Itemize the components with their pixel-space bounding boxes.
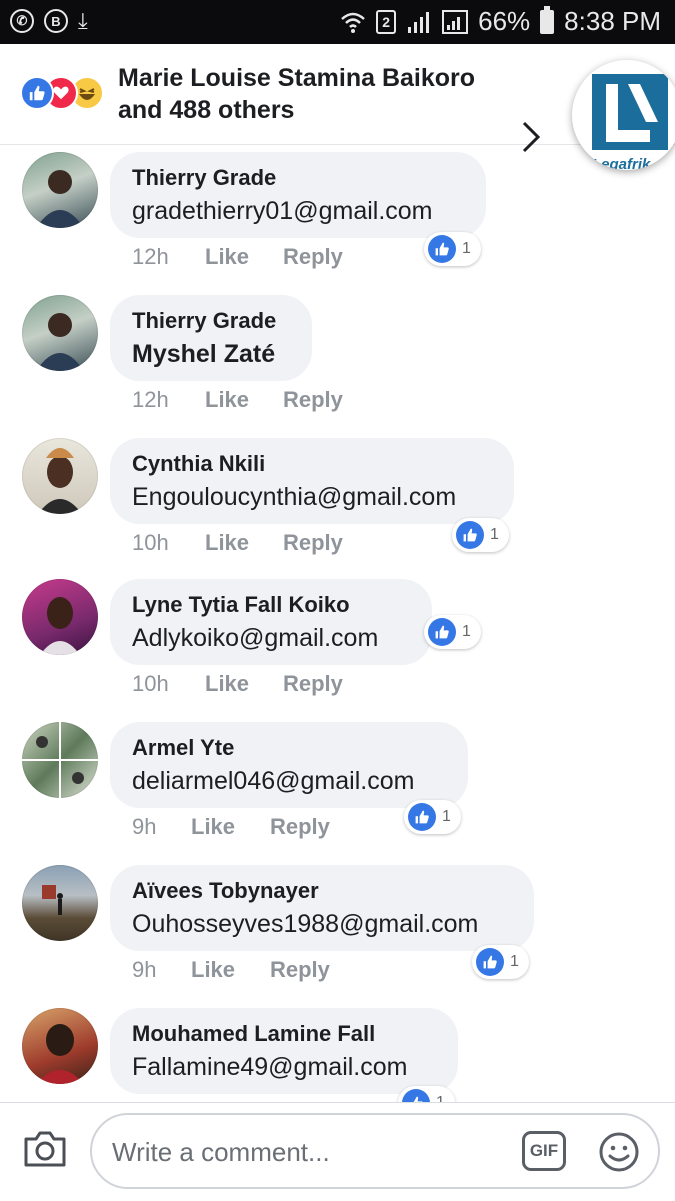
comment-composer: GIF [0, 1102, 675, 1201]
avatar[interactable] [22, 438, 98, 514]
comment-item: Thierry Grade Myshel Zaté 12h Like Reply [0, 287, 675, 430]
like-button[interactable]: Like [205, 244, 249, 270]
comment-input-box[interactable]: GIF [90, 1113, 660, 1189]
reply-button[interactable]: Reply [283, 244, 343, 270]
comment-author[interactable]: Lyne Tytia Fall Koiko [132, 591, 410, 619]
comment-text: Fallamine49@gmail.com [132, 1053, 408, 1081]
whatsapp-icon: ✆ [10, 9, 34, 33]
battery-percent: 66% [478, 6, 531, 36]
comment-time: 10h [132, 530, 169, 555]
comment-text: gradethierry01@gmail.com [132, 197, 433, 225]
like-icon [408, 803, 436, 831]
comment-item: Lyne Tytia Fall Koiko Adlykoiko@gmail.co… [0, 573, 675, 716]
comment-bubble[interactable]: Aïvees Tobynayer Ouhosseyves1988@gmail.c… [110, 865, 534, 951]
reactors-line-1: Marie Louise Stamina Baikoro [118, 64, 476, 92]
download-icon: ⤓ [78, 8, 88, 33]
like-button[interactable]: Like [191, 957, 235, 983]
like-icon [20, 76, 54, 110]
comment-text: deliarmel046@gmail.com [132, 767, 415, 795]
comment-text: Ouhosseyves1988@gmail.com [132, 910, 479, 938]
mentioned-user-link[interactable]: Myshel Zaté [132, 337, 290, 371]
like-icon [428, 618, 456, 646]
like-button[interactable]: Like [191, 814, 235, 840]
emoji-icon[interactable] [598, 1131, 640, 1173]
comment-author[interactable]: Thierry Grade [132, 164, 464, 192]
reactors-summary: Marie Louise Stamina Baikoro and 488 oth… [118, 62, 498, 126]
brand-mark [592, 74, 668, 150]
reaction-count: 1 [462, 623, 471, 640]
comment-text: Engouloucynthia@gmail.com [132, 483, 457, 511]
comment-author[interactable]: Cynthia Nkili [132, 450, 492, 478]
comment-bubble[interactable]: Thierry Grade Myshel Zaté [110, 295, 312, 381]
like-button[interactable]: Like [205, 387, 249, 413]
reaction-count: 1 [462, 240, 471, 257]
comment-item: Thierry Grade gradethierry01@gmail.com 1… [0, 144, 675, 287]
avatar[interactable] [22, 1008, 98, 1084]
clock: 8:38 PM [564, 6, 661, 36]
reactors-line-2: and 488 others [118, 96, 295, 124]
comment-time: 10h [132, 671, 169, 696]
comment-item: Cynthia Nkili Engouloucynthia@gmail.com … [0, 430, 675, 573]
comment-author[interactable]: Aïvees Tobynayer [132, 877, 512, 905]
avatar[interactable] [22, 295, 98, 371]
reaction-count-badge[interactable]: 1 [404, 800, 461, 834]
reaction-count-badge[interactable]: 1 [398, 1086, 455, 1102]
avatar[interactable] [22, 722, 98, 798]
comment-text: Adlykoiko@gmail.com [132, 624, 379, 652]
signal-icon [408, 11, 430, 33]
like-icon [428, 235, 456, 263]
reply-button[interactable]: Reply [270, 814, 330, 840]
avatar[interactable] [22, 152, 98, 228]
comment-bubble[interactable]: Lyne Tytia Fall Koiko Adlykoiko@gmail.co… [110, 579, 432, 665]
comment-time: 9h [132, 957, 157, 982]
avatar[interactable] [22, 579, 98, 655]
reaction-icons [20, 76, 112, 110]
comment-item: Mouhamed Lamine Fall Fallamine49@gmail.c… [0, 1002, 675, 1102]
comment-bubble[interactable]: Cynthia Nkili Engouloucynthia@gmail.com [110, 438, 514, 524]
comment-bubble[interactable]: Thierry Grade gradethierry01@gmail.com [110, 152, 486, 238]
camera-icon[interactable] [22, 1129, 68, 1169]
comment-bubble[interactable]: Armel Yte deliarmel046@gmail.com [110, 722, 468, 808]
like-icon [402, 1089, 430, 1102]
wifi-icon [341, 12, 365, 33]
comment-time: 12h [132, 244, 169, 269]
reaction-count-badge[interactable]: 1 [424, 615, 481, 649]
signal-2-icon [442, 9, 469, 34]
comment-author[interactable]: Thierry Grade [132, 307, 290, 335]
comment-bubble[interactable]: Mouhamed Lamine Fall Fallamine49@gmail.c… [110, 1008, 458, 1094]
reaction-count: 1 [442, 808, 451, 825]
battery-icon [540, 5, 555, 34]
like-button[interactable]: Like [205, 671, 249, 697]
brand-name: Legafrik [592, 156, 651, 170]
comment-item: Armel Yte deliarmel046@gmail.com 9h Like… [0, 716, 675, 859]
comment-item: Aïvees Tobynayer Ouhosseyves1988@gmail.c… [0, 859, 675, 1002]
avatar[interactable] [22, 865, 98, 941]
reaction-count-badge[interactable]: 1 [472, 945, 529, 979]
reply-button[interactable]: Reply [283, 671, 343, 697]
reply-button[interactable]: Reply [283, 387, 343, 413]
sim-indicator: 2 [376, 9, 397, 34]
reply-button[interactable]: Reply [270, 957, 330, 983]
brand-logo: Legafrik [572, 60, 675, 170]
reaction-count: 1 [436, 1094, 445, 1102]
gif-button[interactable]: GIF [522, 1131, 566, 1171]
comment-author[interactable]: Mouhamed Lamine Fall [132, 1020, 436, 1048]
reply-button[interactable]: Reply [283, 530, 343, 556]
reaction-count-badge[interactable]: 1 [424, 232, 481, 266]
comment-time: 9h [132, 814, 157, 839]
status-bar: ✆ B ⤓ 2 66% 8:38 PM [0, 0, 675, 44]
comment-input[interactable] [110, 1127, 514, 1177]
reaction-count-badge[interactable]: 1 [452, 518, 509, 552]
b-icon: B [44, 9, 68, 33]
comment-author[interactable]: Armel Yte [132, 734, 446, 762]
comment-time: 12h [132, 387, 169, 412]
like-button[interactable]: Like [205, 530, 249, 556]
reaction-count: 1 [510, 953, 519, 970]
like-icon [456, 521, 484, 549]
like-icon [476, 948, 504, 976]
reaction-count: 1 [490, 526, 499, 543]
